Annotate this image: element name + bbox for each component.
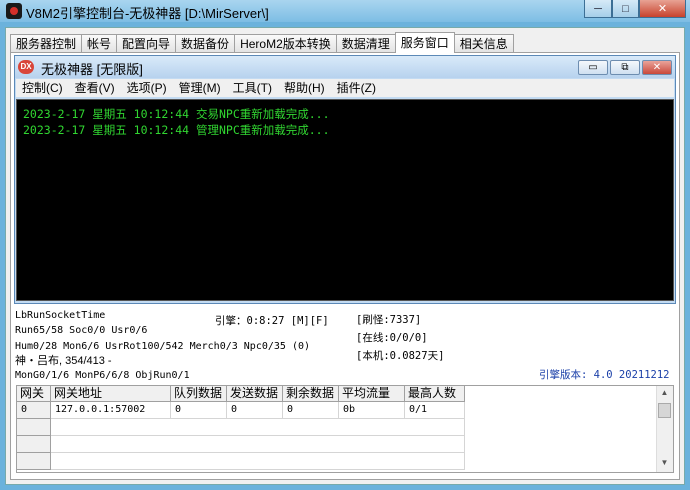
minimize-button[interactable]: ─ [584, 0, 612, 18]
refresh-monster-count: [刷怪:7337] [356, 314, 422, 326]
column-header-address[interactable]: 网关地址 [51, 386, 171, 402]
menu-plugins[interactable]: 插件(Z) [331, 79, 382, 97]
monster-stats: MonG0/1/6 MonP6/6/8 ObjRun0/1 [15, 370, 190, 381]
tab-herom2-convert[interactable]: HeroM2版本转换 [234, 34, 337, 52]
menu-bar: 控制(C) 查看(V) 选项(P) 管理(M) 工具(T) 帮助(H) 插件(Z… [16, 79, 674, 97]
local-uptime: [本机:0.0827天] [356, 350, 445, 362]
table-row[interactable] [51, 419, 465, 436]
tab-account[interactable]: 帐号 [81, 34, 118, 52]
inner-window-title: 无极神器 [无限版] [41, 62, 143, 77]
table-cell: 0 [17, 402, 51, 419]
table-cell[interactable]: 0 [227, 402, 283, 419]
window-title: V8M2引擎控制台-无极神器 [D:\MirServer\] [26, 6, 269, 21]
tab-config-wizard[interactable]: 配置向导 [116, 34, 177, 52]
table-cell[interactable]: 0/1 [405, 402, 465, 419]
table-cell[interactable]: 0 [171, 402, 227, 419]
inner-restore-button[interactable]: ⧉ [610, 60, 640, 75]
table-row-header [17, 453, 51, 470]
table-cell[interactable]: 0b [339, 402, 405, 419]
close-button[interactable]: ✕ [639, 0, 686, 18]
menu-options[interactable]: 选项(P) [121, 79, 173, 97]
table-row-header [17, 436, 51, 453]
scroll-up-icon[interactable]: ▲ [658, 388, 671, 400]
table-cell[interactable]: 0 [283, 402, 339, 419]
tab-related-info[interactable]: 相关信息 [453, 34, 514, 52]
column-header-avg-traffic[interactable]: 平均流量 [339, 386, 405, 402]
engine-uptime: 引擎：0:8:27 [M][F] [215, 315, 329, 327]
table-row[interactable] [51, 453, 465, 470]
column-header-gateway[interactable]: 网关 [17, 386, 51, 402]
table-cell[interactable]: 127.0.0.1:57002 [51, 402, 171, 419]
log-console[interactable]: 2023-2-17 星期五 10:12:44 交易NPC重新加载完成... 20… [16, 99, 674, 301]
tab-service-window[interactable]: 服务窗口 [394, 32, 455, 53]
hum-stats: Hum0/28 Mon6/6 UsrRot100/542 Merch0/3 Np… [15, 341, 311, 352]
menu-help[interactable]: 帮助(H) [278, 79, 331, 97]
map-info: 神・吕布, 354/413 - [15, 355, 112, 367]
scroll-down-icon[interactable]: ▼ [658, 458, 671, 470]
column-header-sent[interactable]: 发送数据 [227, 386, 283, 402]
engine-version: 引擎版本: 4.0 20211212 [539, 369, 670, 381]
maximize-button[interactable]: □ [612, 0, 639, 18]
tab-server-control[interactable]: 服务器控制 [10, 34, 83, 52]
menu-manage[interactable]: 管理(M) [173, 79, 227, 97]
menu-control[interactable]: 控制(C) [16, 79, 69, 97]
run-socket-time: LbRunSocketTime [15, 310, 106, 321]
table-row-header [17, 419, 51, 436]
menu-tools[interactable]: 工具(T) [227, 79, 278, 97]
app-icon [6, 3, 22, 19]
menu-view[interactable]: 查看(V) [69, 79, 121, 97]
inner-close-button[interactable]: ✕ [642, 60, 672, 75]
tab-bar: 服务器控制 帐号 配置向导 数据备份 HeroM2版本转换 数据清理 服务窗口 … [10, 32, 514, 53]
column-header-max-users[interactable]: 最高人数 [405, 386, 465, 402]
inner-minimize-button[interactable]: ▭ [578, 60, 608, 75]
log-line: 2023-2-17 星期五 10:12:44 交易NPC重新加载完成... [23, 107, 330, 121]
dx-icon: DX [18, 60, 34, 74]
column-header-queue[interactable]: 队列数据 [171, 386, 227, 402]
tab-data-cleanup[interactable]: 数据清理 [335, 34, 396, 52]
tab-data-backup[interactable]: 数据备份 [175, 34, 236, 52]
table-row[interactable] [51, 436, 465, 453]
log-line: 2023-2-17 星期五 10:12:44 管理NPC重新加载完成... [23, 123, 330, 137]
scroll-thumb[interactable] [658, 403, 671, 418]
run-stats: Run65/58 Soc0/0 Usr0/6 [15, 325, 148, 336]
online-count: [在线:0/0/0] [356, 332, 428, 344]
column-header-remaining[interactable]: 剩余数据 [283, 386, 339, 402]
